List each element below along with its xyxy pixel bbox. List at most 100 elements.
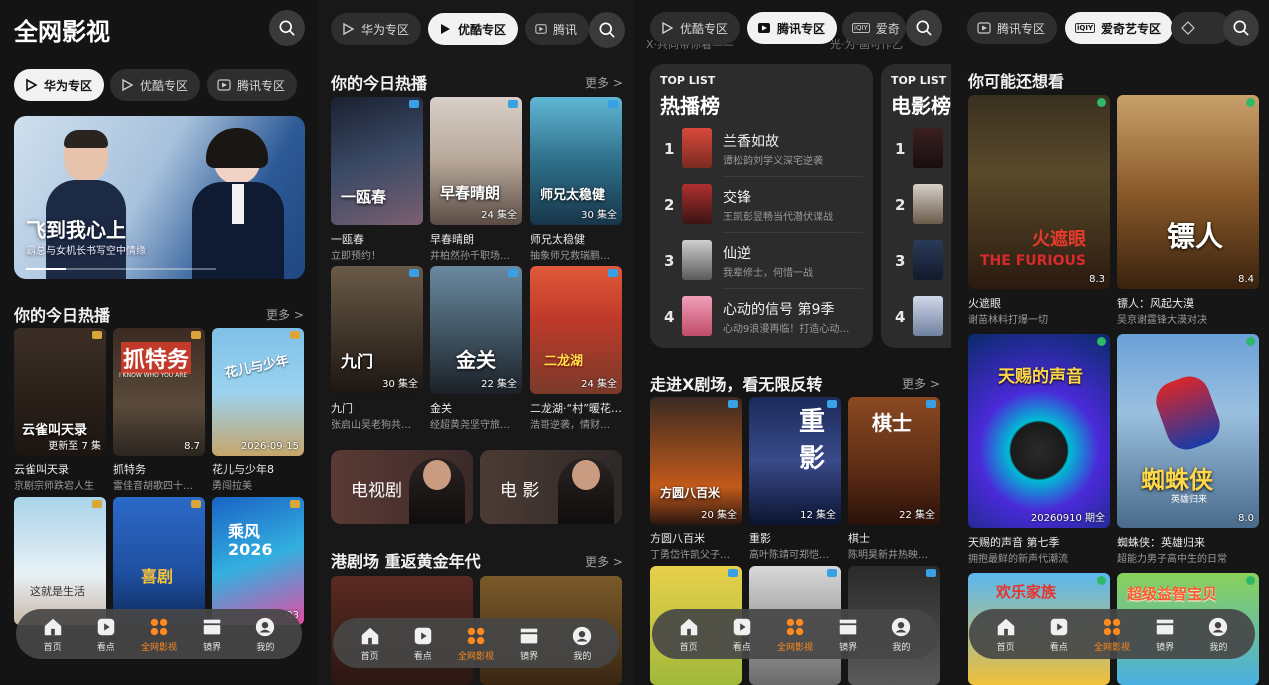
nav-world[interactable]: 镜界	[823, 616, 873, 653]
poster-card[interactable]: 花儿与少年 2026-09-15	[212, 328, 304, 456]
poster-card[interactable]: 这就是生活	[14, 497, 106, 625]
poster-card[interactable]: 重影 12 集全	[749, 397, 841, 525]
poster-desc: 勇闯拉美	[212, 481, 252, 492]
rank-thumbnail	[682, 184, 712, 224]
poster-desc: 吴京谢霆锋大漠对决	[1117, 315, 1207, 326]
poster-card[interactable]: 镖人 8.4	[1117, 95, 1259, 289]
home-icon	[44, 618, 61, 635]
nav-watch[interactable]: 看点	[81, 616, 131, 653]
more-link[interactable]: 更多 >	[266, 306, 304, 323]
rank-thumbnail	[913, 128, 943, 168]
nav-watch[interactable]: 看点	[398, 625, 448, 662]
category-card-movie[interactable]: 电 影	[480, 450, 622, 524]
nav-watch[interactable]: 看点	[717, 616, 767, 653]
poster-name: 重影	[749, 532, 771, 545]
poster-card[interactable]: 云雀叫天录 更新至 7 集	[14, 328, 106, 456]
search-button[interactable]	[589, 12, 625, 48]
search-button[interactable]	[269, 10, 305, 46]
poster-card[interactable]: 喜剧	[113, 497, 205, 625]
poster-card[interactable]: 金关 22 集全	[430, 266, 522, 394]
tab-youku[interactable]: 优酷专区	[428, 13, 519, 45]
poster-name: 二龙湖·“村”暖花…	[530, 402, 622, 415]
nav-mine[interactable]: 我的	[876, 616, 926, 653]
more-link[interactable]: 更多 >	[585, 553, 623, 570]
tencent-video-icon	[758, 23, 770, 33]
user-icon	[256, 617, 275, 636]
category-card-tv[interactable]: 电视剧	[331, 450, 473, 524]
nav-mine[interactable]: 我的	[240, 616, 290, 653]
poster-name: 九门	[331, 402, 353, 415]
poster-card[interactable]: 火遮眼 THE FURIOUS 8.3	[968, 95, 1110, 289]
tab-iqiyi[interactable]: iQIY 爱奇艺专区	[1065, 12, 1174, 44]
poster-desc: 高叶陈靖可郑恺…	[749, 550, 829, 561]
poster-desc: 陈明昊新井热映…	[848, 550, 928, 561]
poster-card[interactable]: 二龙湖 24 集全	[530, 266, 622, 394]
nav-world[interactable]: 镜界	[504, 625, 554, 662]
nav-watch[interactable]: 看点	[1034, 616, 1084, 653]
spiderman-figure	[1150, 370, 1226, 456]
nav-all-video[interactable]: 全网影视	[770, 616, 820, 653]
bottom-nav: 首页 看点 全网影视 镜界 我的	[652, 609, 938, 659]
tab-tencent[interactable]: 腾讯专区	[967, 12, 1058, 44]
carousel-indicator	[26, 268, 216, 270]
poster-card[interactable]: 天赐的声音 20260910 期全	[968, 334, 1110, 528]
poster-card[interactable]: 师兄太稳健 30 集全	[530, 97, 622, 225]
layers-icon	[1156, 619, 1174, 634]
tab-tencent[interactable]: 腾讯	[525, 13, 589, 45]
poster-desc: 京剧宗师跌宕人生	[14, 481, 94, 492]
poster-desc: 立即预约！	[331, 251, 381, 262]
section-title: 你可能还想看	[968, 72, 1065, 91]
more-link[interactable]: 更多 >	[585, 74, 623, 91]
poster-desc: 井柏然孙千职场…	[430, 251, 510, 262]
poster-name: 天赐的声音 第七季	[968, 536, 1060, 549]
section-title: 走进X剧场，看无限反转	[650, 375, 823, 394]
poster-card[interactable]: 乘风 2026 03	[212, 497, 304, 625]
play-square-icon	[1050, 618, 1068, 635]
nav-home[interactable]: 首页	[345, 625, 395, 662]
poster-card[interactable]: 一瓯春	[331, 97, 423, 225]
app-title: 全网影视	[14, 18, 110, 46]
poster-card[interactable]: 九门 30 集全	[331, 266, 423, 394]
nav-all-video[interactable]: 全网影视	[451, 625, 501, 662]
search-button[interactable]	[1223, 10, 1259, 46]
poster-desc: 浩哥逆袭，情财…	[530, 420, 610, 431]
tencent-video-icon	[535, 24, 547, 34]
tab-huawei[interactable]: 华为专区	[331, 13, 422, 45]
poster-card[interactable]: 棋士 22 集全	[848, 397, 940, 525]
tab-youku-label: 优酷专区	[140, 78, 189, 93]
tab-more-partial[interactable]	[1171, 12, 1231, 44]
nav-world[interactable]: 镜界	[187, 616, 237, 653]
screen-2: 华为专区 优酷专区 腾讯 你的今日热播 更多 > 一瓯春 早春晴朗 24 集全 …	[317, 0, 634, 685]
nav-home[interactable]: 首页	[28, 616, 78, 653]
more-link[interactable]: 更多 >	[902, 375, 940, 392]
poster-card[interactable]: 早春晴朗 24 集全	[430, 97, 522, 225]
tab-iqiyi[interactable]: iQIY 爱奇	[842, 12, 906, 44]
tab-tencent[interactable]: 腾讯专区	[207, 69, 298, 101]
poster-card[interactable]: 方圆八百米 20 集全	[650, 397, 742, 525]
poster-name: 方圆八百米	[650, 532, 705, 545]
nav-home[interactable]: 首页	[664, 616, 714, 653]
nav-all-video[interactable]: 全网影视	[134, 616, 184, 653]
rank-thumbnail	[913, 240, 943, 280]
tab-youku[interactable]: 优酷专区	[110, 69, 201, 101]
tab-huawei[interactable]: 华为专区	[14, 69, 105, 101]
nav-world[interactable]: 镜界	[1140, 616, 1190, 653]
layers-icon	[203, 619, 221, 634]
hero-subtitle: 霸总与女机长书写空中情缘	[26, 246, 146, 257]
hero-banner[interactable]: 飞到我心上 霸总与女机长书写空中情缘	[14, 116, 305, 279]
nav-home[interactable]: 首页	[981, 616, 1031, 653]
poster-name: 棋士	[848, 532, 870, 545]
poster-name: 金关	[430, 402, 452, 415]
tab-tencent-label: 腾讯专区	[237, 78, 286, 93]
tab-youku[interactable]: 优酷专区	[650, 12, 741, 44]
nav-mine[interactable]: 我的	[1193, 616, 1243, 653]
hero-title: 飞到我心上	[26, 218, 126, 242]
nav-mine[interactable]: 我的	[557, 625, 607, 662]
nav-all-video[interactable]: 全网影视	[1087, 616, 1137, 653]
top-list-movie: TOP LIST 电影榜 1 2 3 4	[881, 64, 951, 348]
poster-card[interactable]: 蜘蛛侠 英雄归来 8.0	[1117, 334, 1259, 528]
home-icon	[361, 627, 378, 644]
tab-tencent[interactable]: 腾讯专区	[747, 12, 838, 44]
poster-card[interactable]: 抓特务 I KNOW WHO YOU ARE 8.7	[113, 328, 205, 456]
search-button[interactable]	[906, 10, 942, 46]
